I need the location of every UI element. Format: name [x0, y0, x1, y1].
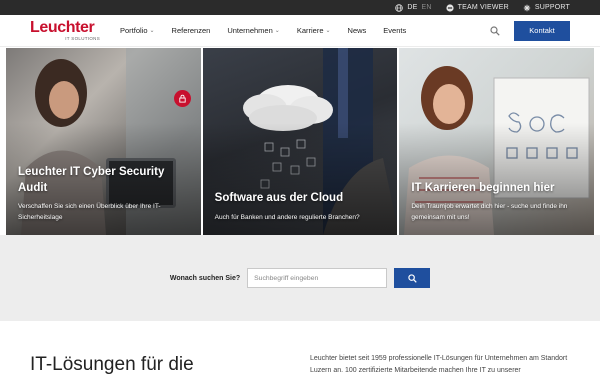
nav-item-events[interactable]: Events [383, 26, 406, 35]
tile-description: Dein Traumjob erwartet dich hier - suche… [411, 203, 568, 221]
chevron-down-icon: ⌄ [274, 28, 280, 34]
nav-item-unternehmen[interactable]: Unternehmen ⌄ [227, 26, 279, 35]
tile-title: Software aus der Cloud [214, 192, 344, 205]
site-header: Leuchter IT SOLUTIONS Portfolio ⌄ Referen… [0, 15, 600, 47]
kontakt-button[interactable]: Kontakt [514, 20, 570, 41]
support-label: SUPPORT [534, 4, 570, 11]
tile-description: Verschaffen Sie sich einen Überblick übe… [18, 203, 161, 221]
tile-title: IT Karrieren beginnen hier [411, 181, 555, 194]
language-switch: DE EN [395, 3, 432, 12]
teamviewer-label: TEAM VIEWER [457, 4, 509, 11]
nav-item-news[interactable]: News [348, 26, 367, 35]
nav-label: Portfolio [120, 26, 148, 35]
search-label: Wonach suchen Sie? [169, 274, 241, 282]
tile-description: Auch für Banken und andere regulierte Br… [214, 213, 360, 221]
nav-item-portfolio[interactable]: Portfolio ⌄ [120, 26, 155, 35]
tile-cloud-software[interactable]: Software aus der Cloud Auch für Banken u… [202, 48, 398, 235]
logo-subtitle: IT SOLUTIONS [65, 35, 100, 41]
nav-item-karriere[interactable]: Karriere ⌄ [297, 26, 331, 35]
search-button[interactable] [394, 268, 431, 288]
hero-tiles: Leuchter IT Cyber Security Audit Verscha… [6, 48, 595, 235]
nav-label: Unternehmen [227, 26, 273, 35]
chevron-down-icon: ⌄ [325, 28, 331, 34]
support-icon [523, 4, 531, 12]
support-link[interactable]: SUPPORT [523, 4, 570, 12]
tile-text: IT Karrieren beginnen hier Dein Traumjob… [411, 181, 582, 223]
globe-icon [395, 3, 404, 12]
teamviewer-icon [446, 3, 454, 12]
tile-text: Software aus der Cloud Auch für Banken u… [215, 191, 386, 223]
intro-heading: IT-Lösungen für die [30, 354, 194, 375]
intro-text: Leuchter bietet seit 1959 professionelle… [310, 355, 568, 375]
search-input[interactable] [247, 268, 388, 288]
nav-item-referenzen[interactable]: Referenzen [172, 26, 211, 35]
tile-text: Leuchter IT Cyber Security Audit Verscha… [18, 165, 189, 223]
tile-cyber-security[interactable]: Leuchter IT Cyber Security Audit Verscha… [6, 48, 201, 235]
nav-label: Events [383, 26, 407, 35]
nav-label: Karriere [296, 26, 324, 35]
search-icon[interactable] [488, 25, 502, 36]
main-nav: Portfolio ⌄ Referenzen Unternehmen ⌄ Karri… [120, 26, 488, 35]
nav-label: News [347, 26, 367, 35]
logo-word: Leuchter [30, 18, 95, 36]
search-icon [407, 273, 417, 283]
utility-bar: DE EN TEAM VIEWER SUPPORT [0, 0, 600, 15]
teamviewer-link[interactable]: TEAM VIEWER [446, 3, 509, 12]
search-section: Wonach suchen Sie? [0, 235, 600, 321]
nav-label: Referenzen [171, 26, 211, 35]
tile-careers[interactable]: IT Karrieren beginnen hier Dein Traumjob… [399, 48, 595, 235]
logo[interactable]: Leuchter IT SOLUTIONS [30, 18, 100, 42]
tile-title: Leuchter IT Cyber Security Audit [18, 166, 165, 194]
lang-de-link[interactable]: DE [407, 4, 417, 11]
chevron-down-icon: ⌄ [149, 28, 155, 34]
lang-en-link[interactable]: EN [422, 4, 432, 11]
